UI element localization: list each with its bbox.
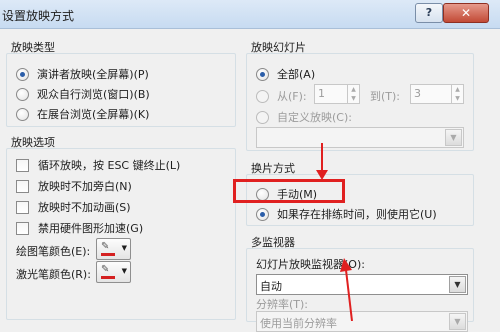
checkbox-disable-hw-accel[interactable]: 禁用硬件图形加速(G): [16, 220, 143, 236]
title-bar: 设置放映方式 ? ✕: [0, 0, 500, 29]
radio-window[interactable]: 观众自行浏览(窗口)(B): [16, 86, 150, 102]
checkbox-loop[interactable]: 循环放映，按 ESC 键终止(L): [16, 157, 180, 173]
checkbox-no-animation[interactable]: 放映时不加动画(S): [16, 199, 131, 215]
radio-all-slides-button[interactable]: [256, 67, 269, 81]
radio-custom-show-button[interactable]: [256, 110, 269, 124]
checkbox-no-narration-label: 放映时不加旁白(N): [38, 180, 132, 193]
checkbox-disable-hw-accel-label: 禁用硬件图形加速(G): [38, 222, 144, 235]
radio-window-button[interactable]: [16, 87, 29, 101]
chevron-down-icon: ▼: [121, 244, 127, 252]
chevron-down-icon[interactable]: ▼: [445, 129, 462, 146]
help-button[interactable]: ?: [415, 3, 443, 23]
radio-kiosk-label: 在展台浏览(全屏幕)(K): [37, 108, 150, 121]
radio-custom-show-label: 自定义放映(C):: [277, 111, 352, 124]
checkbox-no-animation-label: 放映时不加动画(S): [38, 201, 131, 214]
laser-color-swatch: [101, 276, 115, 279]
to-spinner[interactable]: 3 ▲ ▼: [410, 84, 464, 104]
resolution-dropdown[interactable]: 使用当前分辨率 ▼: [256, 311, 468, 332]
radio-window-label: 观众自行浏览(窗口)(B): [37, 88, 150, 101]
checkbox-loop-box[interactable]: [16, 158, 29, 172]
pen-color-label: 绘图笔颜色(E):: [16, 245, 91, 258]
chevron-down-icon[interactable]: ▼: [449, 313, 466, 330]
radio-all-slides-label: 全部(A): [277, 68, 316, 81]
close-button[interactable]: ✕: [443, 3, 489, 23]
to-label: 到(T):: [370, 90, 401, 103]
spinner-arrows-icon[interactable]: ▲ ▼: [347, 85, 359, 103]
radio-presenter-label: 演讲者放映(全屏幕)(P): [37, 68, 149, 81]
pen-icon: ✎: [101, 241, 110, 252]
radio-from[interactable]: 从(F):: [256, 88, 307, 104]
radio-use-timings-button[interactable]: [256, 207, 269, 221]
checkbox-disable-hw-accel-box[interactable]: [16, 221, 29, 235]
resolution-value: 使用当前分辨率: [260, 317, 337, 330]
radio-all-slides[interactable]: 全部(A): [256, 66, 315, 82]
laser-color-button[interactable]: ✎ ▼: [96, 261, 131, 283]
radio-use-timings[interactable]: 如果存在排练时间，则使用它(U): [256, 206, 437, 222]
laser-color-label: 激光笔颜色(R):: [16, 268, 91, 281]
radio-kiosk-button[interactable]: [16, 107, 29, 121]
monitor-dropdown[interactable]: 自动 ▼: [256, 274, 468, 295]
checkbox-no-narration-box[interactable]: [16, 179, 29, 193]
annotation-highlight-box: [233, 179, 345, 203]
chevron-down-icon: ▼: [121, 267, 127, 275]
checkbox-loop-label: 循环放映，按 ESC 键终止(L): [38, 159, 181, 172]
chevron-down-icon[interactable]: ▼: [449, 276, 466, 293]
monitor-label: 幻灯片放映监视器(O):: [256, 258, 365, 271]
radio-custom-show[interactable]: 自定义放映(C):: [256, 109, 352, 125]
radio-kiosk[interactable]: 在展台浏览(全屏幕)(K): [16, 106, 149, 122]
monitor-value: 自动: [260, 280, 282, 293]
pen-icon: ✎: [101, 264, 110, 275]
radio-presenter-button[interactable]: [16, 67, 29, 81]
pen-color-swatch: [101, 253, 115, 256]
radio-presenter[interactable]: 演讲者放映(全屏幕)(P): [16, 66, 149, 82]
to-value: 3: [414, 87, 421, 100]
window-title: 设置放映方式: [2, 9, 75, 23]
radio-from-label: 从(F):: [277, 90, 307, 103]
custom-show-dropdown[interactable]: ▼: [256, 127, 464, 148]
from-spinner[interactable]: 1 ▲ ▼: [314, 84, 360, 104]
spinner-arrows-icon[interactable]: ▲ ▼: [451, 85, 463, 103]
radio-use-timings-label: 如果存在排练时间，则使用它(U): [277, 208, 437, 221]
pen-color-button[interactable]: ✎ ▼: [96, 238, 131, 260]
from-value: 1: [318, 87, 325, 100]
checkbox-no-animation-box[interactable]: [16, 200, 29, 214]
resolution-label: 分辨率(T):: [256, 298, 309, 311]
radio-from-button[interactable]: [256, 89, 269, 103]
checkbox-no-narration[interactable]: 放映时不加旁白(N): [16, 178, 132, 194]
